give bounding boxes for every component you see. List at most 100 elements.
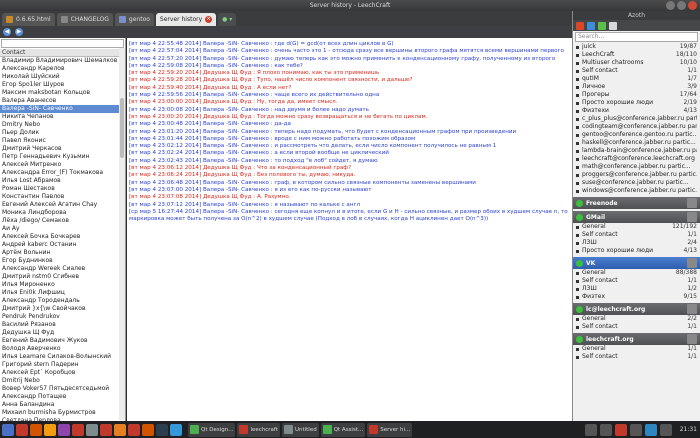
status-icon[interactable]: [576, 21, 584, 30]
contact-item[interactable]: Володя Аверченко: [0, 345, 125, 353]
message-author[interactable]: Дедушка Щ Фуд :: [203, 70, 255, 76]
launcher-icon[interactable]: [100, 423, 112, 436]
message-author[interactable]: Валера -SiN- Савченко :: [203, 92, 273, 98]
roster-group[interactable]: Физтех 9/15: [573, 293, 700, 301]
launcher-icon[interactable]: [170, 423, 182, 436]
roster-group[interactable]: LeechCraft 18/110: [573, 51, 700, 59]
message-author[interactable]: Валера -SiN- Савченко :: [203, 107, 273, 113]
contact-item[interactable]: Алексей Митренко: [0, 161, 125, 169]
expand-icon[interactable]: [576, 347, 579, 351]
message-author[interactable]: Дедушка Щ Фуд :: [203, 194, 255, 200]
contact-item[interactable]: Валера -SiN- Савченко: [0, 105, 125, 113]
contact-item[interactable]: Илья Мироненко: [0, 281, 125, 289]
expand-icon[interactable]: [576, 69, 579, 73]
new-tab-button[interactable]: ● ▾: [218, 13, 237, 26]
contact-item[interactable]: Евгений Вадимович Жуков: [0, 337, 125, 345]
contact-item[interactable]: Алексей Ept` Коробцов: [0, 369, 125, 377]
contact-item[interactable]: Василий Рязанов: [0, 321, 125, 329]
expand-icon[interactable]: [576, 45, 579, 49]
expand-icon[interactable]: [576, 233, 579, 237]
contact-item[interactable]: Илья Lost Абрамов: [0, 177, 125, 185]
roster-group[interactable]: Личное 3/9: [573, 83, 700, 91]
contact-item[interactable]: Dmitry Nebo: [0, 121, 125, 129]
roster-muc[interactable]: windows@conference.jabber.ru partic...: [573, 187, 700, 195]
roster-muc[interactable]: math@conference.jabber.ru partic...: [573, 163, 700, 171]
roster-group[interactable]: Self contact 1/1: [573, 67, 700, 75]
message-author[interactable]: Дедушка Щ Фуд :: [203, 77, 255, 83]
contact-item[interactable]: Аи Ау: [0, 225, 125, 233]
maximize-button[interactable]: [677, 1, 686, 10]
roster-group[interactable]: ЛЗШ 1/2: [573, 285, 700, 293]
launcher-icon[interactable]: [142, 423, 154, 436]
expand-icon[interactable]: [576, 133, 579, 137]
roster-group[interactable]: juick 19/87: [573, 43, 700, 51]
account-header[interactable]: lc@leechcraft.org: [573, 303, 700, 315]
tray-icon[interactable]: [600, 423, 612, 436]
expand-icon[interactable]: [576, 157, 579, 161]
expand-icon[interactable]: [576, 101, 579, 105]
taskbar-task[interactable]: Server hi...: [367, 422, 413, 437]
roster-group[interactable]: General 88/388: [573, 269, 700, 277]
roster-muc[interactable]: leechcraft@conference.leechcraft.org: [573, 155, 700, 163]
expand-icon[interactable]: [576, 317, 579, 321]
expand-icon[interactable]: [576, 125, 579, 129]
message-author[interactable]: Валера -SiN- Савченко :: [203, 48, 273, 54]
account-header[interactable]: GMail: [573, 211, 700, 223]
message-author[interactable]: Валера -SiN- Савченко :: [203, 180, 273, 186]
roster-group[interactable]: Просто хорошие люди 4/13: [573, 247, 700, 255]
roster-search-input[interactable]: [575, 32, 698, 42]
launcher-icon[interactable]: [114, 423, 126, 436]
expand-icon[interactable]: [576, 279, 579, 283]
expand-icon[interactable]: [576, 53, 579, 57]
contact-column-header[interactable]: Contact: [0, 49, 125, 57]
roster-group[interactable]: General 1/1: [573, 345, 700, 353]
expand-icon[interactable]: [576, 325, 579, 329]
roster-group[interactable]: Self contact 1/1: [573, 323, 700, 331]
contact-item[interactable]: Алексей Бочка Бочкарев: [0, 233, 125, 241]
contact-item[interactable]: Роман Шестаков: [0, 185, 125, 193]
expand-icon[interactable]: [576, 271, 579, 275]
expand-icon[interactable]: [576, 181, 579, 185]
message-author[interactable]: Дедушка Щ Фуд :: [203, 99, 255, 105]
expand-icon[interactable]: [576, 85, 579, 89]
close-window-button[interactable]: [688, 1, 697, 10]
message-author[interactable]: Валера -SiN- Савченко :: [203, 150, 273, 156]
contact-item[interactable]: Дедушка Щ Фуд: [0, 329, 125, 337]
roster-muc[interactable]: gentoo@conference.gentoo.ru partic...: [573, 131, 700, 139]
add-contact-icon[interactable]: [598, 21, 606, 30]
contact-item[interactable]: Пьер Долик: [0, 129, 125, 137]
roster-group[interactable]: Прогеры 17/64: [573, 91, 700, 99]
contact-item[interactable]: Григорий stern Падерин: [0, 361, 125, 369]
contact-item[interactable]: Артём Вольнин: [0, 249, 125, 257]
contact-item[interactable]: Александр Карелов: [0, 65, 125, 73]
scrollbar-thumb[interactable]: [120, 98, 124, 158]
contact-item[interactable]: Pendruk Pendrukov: [0, 313, 125, 321]
roster-group[interactable]: Физтехи 4/13: [573, 107, 700, 115]
contact-item[interactable]: Александр Wereek Сиалев: [0, 265, 125, 273]
expand-icon[interactable]: [576, 165, 579, 169]
message-author[interactable]: Валера -SiN- Савченко :: [203, 143, 273, 149]
contact-item[interactable]: Андрей kaberc Останин: [0, 241, 125, 249]
contact-item[interactable]: Илья Eni0k Лифшиц: [0, 289, 125, 297]
message-author[interactable]: Валера -SiN- Савченко :: [203, 158, 273, 164]
contact-item[interactable]: Егор Spo1ler Шуров: [0, 81, 125, 89]
contact-item[interactable]: Dmitrij Nebo: [0, 377, 125, 385]
launcher-icon[interactable]: [58, 423, 70, 436]
tab-changelog[interactable]: CHANGELOG: [56, 13, 113, 26]
minimize-button[interactable]: [666, 1, 675, 10]
expand-icon[interactable]: [576, 77, 579, 81]
tray-icon[interactable]: [660, 423, 672, 436]
taskbar-task[interactable]: leechcraft: [237, 422, 280, 437]
account-header[interactable]: leechcraft.org: [573, 333, 700, 345]
roster-group[interactable]: Self contact 1/1: [573, 277, 700, 285]
expand-icon[interactable]: [576, 173, 579, 177]
contact-filter-input[interactable]: [1, 39, 124, 48]
contact-item[interactable]: Дмитрий }x{\w Свойчаков: [0, 305, 125, 313]
expand-icon[interactable]: [576, 117, 579, 121]
message-author[interactable]: Валера -SiN- Савченко :: [203, 136, 273, 142]
roster-muc[interactable]: codingteam@conference.jabber.ru partic..…: [573, 123, 700, 131]
expand-icon[interactable]: [576, 287, 579, 291]
expand-icon[interactable]: [576, 225, 579, 229]
message-author[interactable]: Дедушка Щ Фуд :: [203, 165, 255, 171]
roster-group[interactable]: Self contact 1/1: [573, 231, 700, 239]
